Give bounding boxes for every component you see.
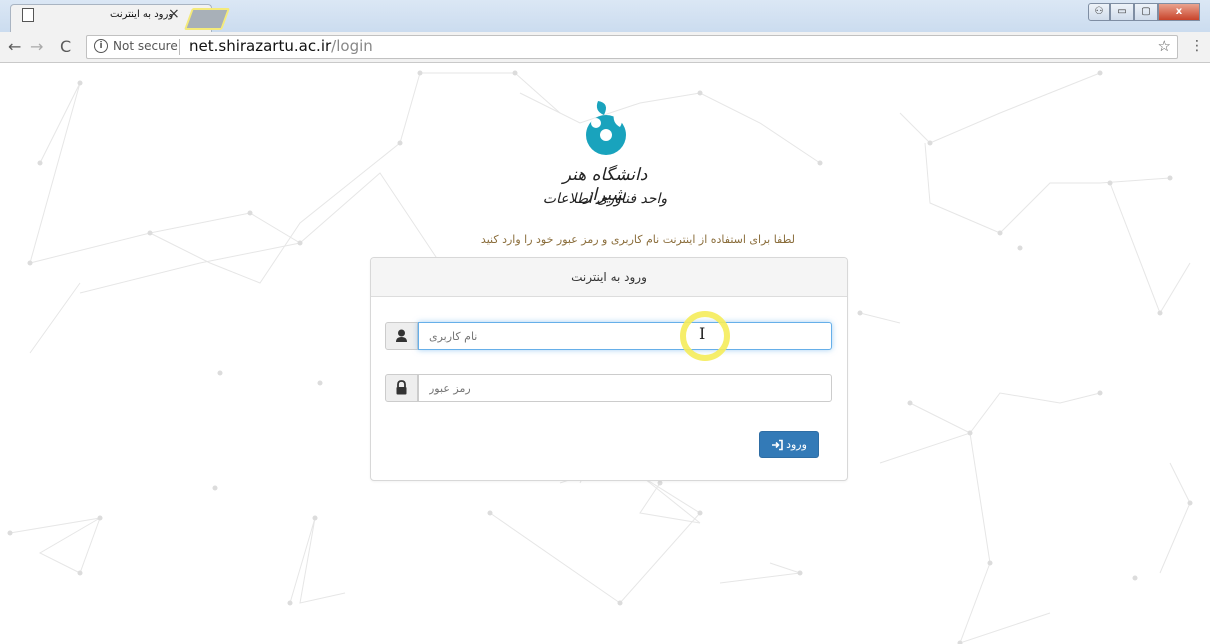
user-icon bbox=[396, 329, 407, 342]
url-text[interactable]: net.shirazartu.ac.ir/login bbox=[189, 37, 373, 55]
lock-icon bbox=[396, 380, 407, 395]
tab-title[interactable]: ورود به اینترنت bbox=[110, 9, 173, 20]
new-tab-button[interactable] bbox=[183, 8, 231, 30]
user-icon[interactable]: ⚇ bbox=[1088, 3, 1110, 21]
login-hint: لطفا برای استفاده از اینترنت نام کاربری … bbox=[480, 233, 795, 246]
bookmark-star-icon[interactable]: ☆ bbox=[1158, 37, 1171, 55]
close-window-button[interactable]: x bbox=[1158, 3, 1200, 21]
logo-mark bbox=[586, 101, 626, 155]
info-icon[interactable]: i bbox=[94, 39, 108, 53]
password-group bbox=[385, 374, 832, 402]
tab-close-icon[interactable]: × bbox=[168, 6, 180, 22]
login-label: ورود bbox=[786, 438, 807, 451]
login-panel: ورود به اینترنت ورود bbox=[370, 257, 848, 481]
user-icon-addon bbox=[385, 322, 418, 350]
login-button[interactable]: ورود bbox=[759, 431, 819, 458]
address-bar[interactable]: i Not secure net.shirazartu.ac.ir/login … bbox=[86, 35, 1178, 59]
maximize-button[interactable]: ▢ bbox=[1134, 3, 1158, 21]
lock-icon-addon bbox=[385, 374, 418, 402]
not-secure-label[interactable]: Not secure bbox=[113, 39, 178, 53]
panel-heading: ورود به اینترنت bbox=[371, 258, 847, 297]
username-input[interactable] bbox=[418, 322, 832, 350]
menu-icon[interactable]: ⋮ bbox=[1190, 38, 1204, 54]
divider bbox=[179, 39, 180, 55]
login-icon bbox=[772, 439, 783, 450]
page-icon bbox=[22, 8, 34, 22]
password-input[interactable] bbox=[418, 374, 832, 402]
username-group bbox=[385, 322, 832, 350]
logo-unit-name: واحد فناوری اطلاعات bbox=[542, 191, 668, 207]
browser-titlebar: ورود به اینترنت × ⚇ ▭ ▢ x bbox=[0, 0, 1210, 33]
url-path: /login bbox=[331, 37, 373, 55]
forward-arrow-icon[interactable]: → bbox=[30, 37, 43, 56]
reload-icon[interactable]: C bbox=[60, 37, 71, 56]
university-logo: دانشگاه هنر شیراز واحد فناوری اطلاعات bbox=[540, 93, 670, 233]
login-page: دانشگاه هنر شیراز واحد فناوری اطلاعات لط… bbox=[0, 63, 1210, 644]
browser-toolbar: ← → C i Not secure net.shirazartu.ac.ir/… bbox=[0, 32, 1210, 63]
minimize-button[interactable]: ▭ bbox=[1110, 3, 1134, 21]
text-cursor-icon: I bbox=[699, 324, 706, 343]
url-host: net.shirazartu.ac.ir bbox=[189, 37, 332, 55]
window-controls: ⚇ ▭ ▢ x bbox=[1088, 3, 1200, 21]
back-arrow-icon[interactable]: ← bbox=[8, 37, 21, 56]
